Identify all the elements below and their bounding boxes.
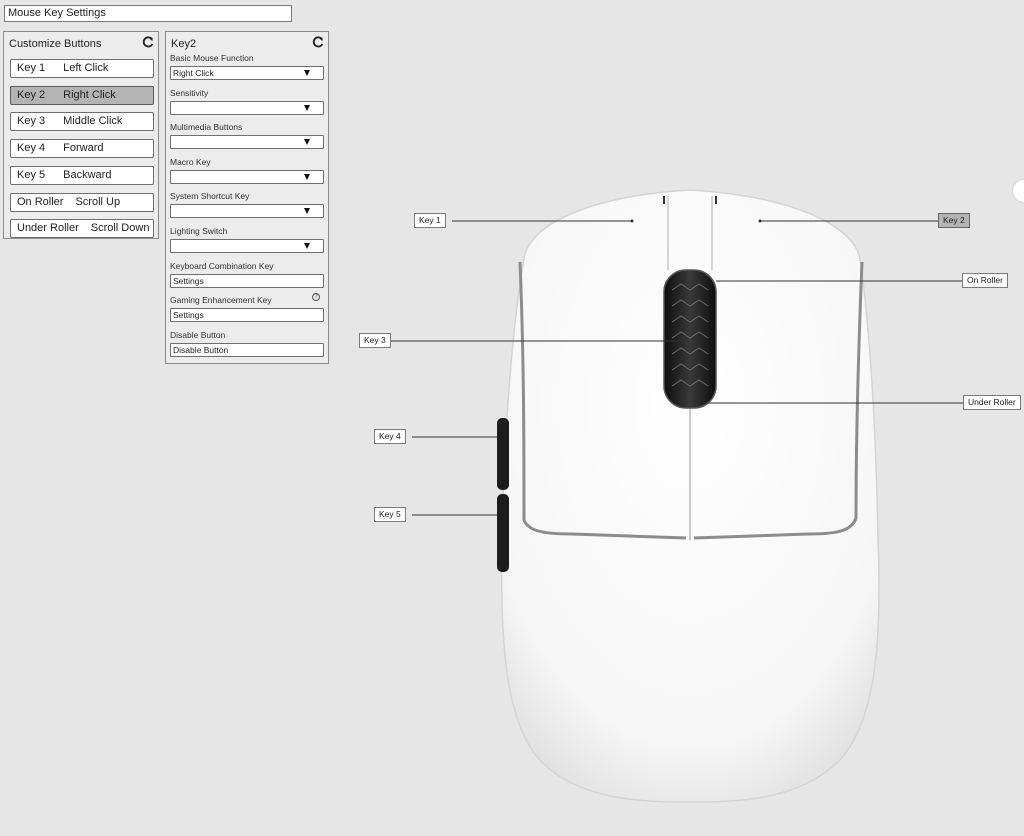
tag-under-roller[interactable]: Under Roller	[963, 395, 1021, 410]
tag-key2[interactable]: Key 2	[938, 213, 970, 228]
tag-key3[interactable]: Key 3	[359, 333, 391, 348]
side-button-backward	[497, 494, 509, 572]
mouse-diagram	[390, 189, 963, 803]
tag-key4[interactable]: Key 4	[374, 429, 406, 444]
scroll-wheel	[663, 269, 717, 409]
tag-key5[interactable]: Key 5	[374, 507, 406, 522]
tag-on-roller[interactable]: On Roller	[962, 273, 1008, 288]
tag-key1[interactable]: Key 1	[414, 213, 446, 228]
side-button-forward	[497, 418, 509, 490]
